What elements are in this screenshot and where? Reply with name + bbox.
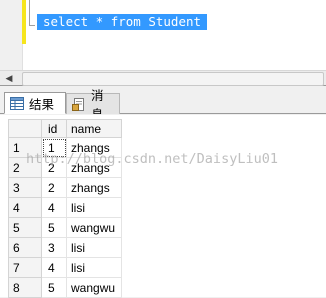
table-row[interactable]: 6 3 lisi (8, 237, 122, 258)
cell-name[interactable]: lisi (66, 237, 122, 258)
scrollbar-thumb[interactable] (22, 72, 324, 86)
row-number[interactable]: 5 (8, 217, 42, 238)
grid-header-row: id name (8, 119, 122, 138)
column-header-id[interactable]: id (41, 119, 67, 138)
cell-name[interactable]: lisi (66, 257, 122, 278)
row-number[interactable]: 2 (8, 157, 42, 178)
table-row[interactable]: 2 2 zhangs (8, 157, 122, 178)
result-tab-bar: 结果 消息 (0, 89, 326, 122)
cell-id[interactable]: 2 (41, 177, 67, 198)
tab-messages[interactable]: 消息 (66, 89, 120, 122)
outline-guide-line (29, 0, 30, 26)
table-row[interactable]: 4 4 lisi (8, 197, 122, 218)
cell-name[interactable]: wangwu (66, 277, 122, 298)
table-row[interactable]: 8 5 wangwu (8, 277, 122, 298)
cell-name[interactable]: zhangs (66, 137, 122, 158)
query-editor[interactable]: select * from Student ◀ (0, 0, 326, 86)
cell-name[interactable]: wangwu (66, 217, 122, 238)
cell-id[interactable]: 4 (41, 197, 67, 218)
tab-results-label: 结果 (29, 97, 55, 112)
outline-guide-tick (29, 25, 35, 26)
cell-id[interactable]: 5 (41, 217, 67, 238)
cell-id[interactable]: 5 (41, 277, 67, 298)
row-number[interactable]: 3 (8, 177, 42, 198)
cell-id[interactable]: 2 (41, 157, 67, 178)
row-number[interactable]: 7 (8, 257, 42, 278)
change-indicator-bar (22, 0, 26, 44)
table-row[interactable]: 3 2 zhangs (8, 177, 122, 198)
cell-name[interactable]: zhangs (66, 157, 122, 178)
results-pane: id name 1 1 zhangs 2 2 zhangs 3 2 zhangs… (0, 114, 326, 298)
sql-query-text[interactable]: select * from Student (37, 14, 208, 30)
table-row[interactable]: 1 1 zhangs (8, 137, 122, 158)
results-grid: id name 1 1 zhangs 2 2 zhangs 3 2 zhangs… (8, 119, 122, 298)
row-number[interactable]: 8 (8, 277, 42, 298)
cell-id[interactable]: 4 (41, 257, 67, 278)
table-row[interactable]: 5 5 wangwu (8, 217, 122, 238)
column-header-name[interactable]: name (66, 119, 122, 138)
cell-name[interactable]: lisi (66, 197, 122, 218)
grid-corner-cell[interactable] (8, 119, 42, 138)
message-icon (72, 97, 84, 111)
cell-id[interactable]: 3 (41, 237, 67, 258)
editor-horizontal-scrollbar[interactable]: ◀ (0, 70, 326, 86)
tab-results[interactable]: 结果 (4, 92, 66, 114)
scroll-left-arrow-icon[interactable]: ◀ (2, 71, 16, 86)
cell-name[interactable]: zhangs (66, 177, 122, 198)
row-number[interactable]: 1 (8, 137, 42, 158)
row-number[interactable]: 6 (8, 237, 42, 258)
grid-icon (10, 96, 24, 110)
table-row[interactable]: 7 4 lisi (8, 257, 122, 278)
cell-id[interactable]: 1 (41, 137, 67, 158)
row-number[interactable]: 4 (8, 197, 42, 218)
